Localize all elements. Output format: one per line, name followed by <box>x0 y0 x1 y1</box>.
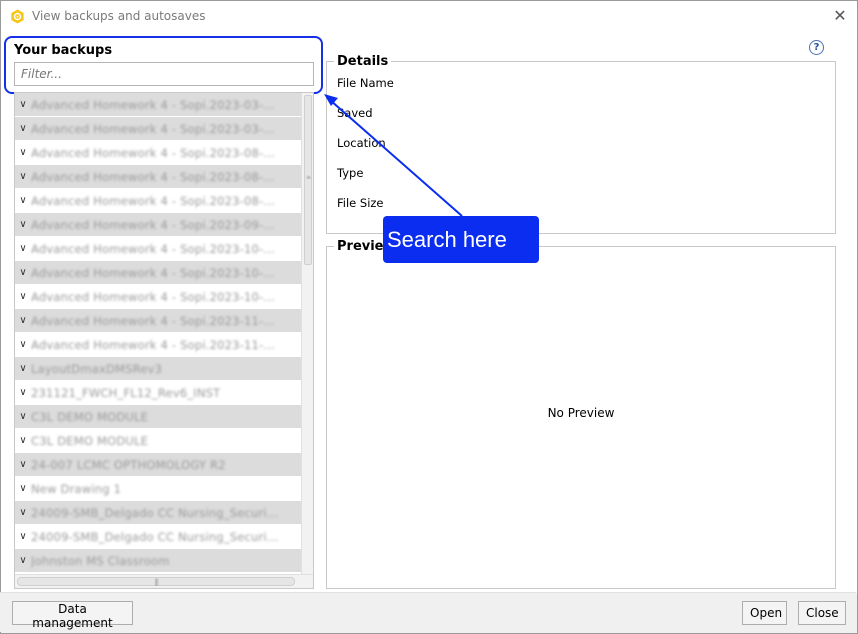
chevron-down-icon[interactable]: ∨ <box>15 381 31 405</box>
list-item[interactable]: ∨ Advanced Homework 4 - Sopi.2023-08-... <box>15 189 302 213</box>
list-item[interactable]: ∨ 231121_FWCH_FL12_Rev6_INST <box>15 381 302 405</box>
list-item[interactable]: ∨ Advanced Homework 4 - Sopi.2023-10-... <box>15 285 302 309</box>
list-item[interactable]: ∨ Advanced Homework 4 - Sopi.2023-03-... <box>15 117 302 141</box>
help-icon[interactable]: ? <box>809 40 824 55</box>
title-bar: View backups and autosaves ✕ <box>1 1 857 32</box>
horizontal-scroll-thumb[interactable]: ||| <box>17 577 295 586</box>
no-preview-text: No Preview <box>547 406 615 420</box>
chevron-down-icon[interactable]: ∨ <box>15 117 31 141</box>
chevron-down-icon[interactable]: ∨ <box>15 165 31 189</box>
backups-title: Your backups <box>14 43 113 58</box>
chevron-down-icon[interactable]: ∨ <box>15 477 31 501</box>
close-button[interactable]: Close <box>798 601 846 625</box>
list-item-label: C3L DEMO MODULE <box>31 409 149 424</box>
list-item[interactable]: ∨ Advanced Homework 4 - Sopi.2023-10-... <box>15 237 302 261</box>
grip-icon: ≡ <box>306 174 312 181</box>
list-item[interactable]: ∨ 24009-SMB_Delgado CC Nursing_Securi... <box>15 525 302 549</box>
open-button[interactable]: Open <box>742 601 787 625</box>
chevron-down-icon[interactable]: ∨ <box>15 501 31 525</box>
chevron-down-icon[interactable]: ∨ <box>15 525 31 549</box>
chevron-down-icon[interactable]: ∨ <box>15 237 31 261</box>
chevron-down-icon[interactable]: ∨ <box>15 141 31 165</box>
list-item[interactable]: ∨ Advanced Homework 4 - Sopi.2023-09-... <box>15 213 302 237</box>
list-item-label: Advanced Homework 4 - Sopi.2023-10-... <box>31 265 275 280</box>
chevron-down-icon[interactable]: ∨ <box>15 549 31 573</box>
list-item[interactable]: ∨ 24-007 LCMC OPTHOMOLOGY R2 <box>15 453 302 477</box>
list-item[interactable]: ∨ C3L DEMO MODULE <box>15 429 302 453</box>
chevron-down-icon[interactable]: ∨ <box>15 405 31 429</box>
search-here-callout: Search here <box>383 216 539 263</box>
list-item-label: Advanced Homework 4 - Sopi.2023-08-... <box>31 193 275 208</box>
list-item[interactable]: ∨ Advanced Homework 4 - Sopi.2023-08-... <box>15 165 302 189</box>
list-item[interactable]: ∨ Advanced Homework 4 - Sopi.2023-03-... <box>15 93 302 117</box>
chevron-down-icon[interactable]: ∨ <box>15 93 31 117</box>
close-icon[interactable]: ✕ <box>831 7 849 25</box>
list-item[interactable]: ∨ C3L DEMO MODULE <box>15 405 302 429</box>
detail-label-location: Location <box>337 136 386 150</box>
list-item-label: Advanced Homework 4 - Sopi.2023-08-... <box>31 169 275 184</box>
detail-label-file-name: File Name <box>337 76 394 90</box>
list-item[interactable]: ∨ LayoutDmaxDMSRev3 <box>15 357 302 381</box>
list-item-label: Advanced Homework 4 - Sopi.2023-10-... <box>31 289 275 304</box>
list-item-label: New Drawing 1 <box>31 481 122 496</box>
window-title: View backups and autosaves <box>32 9 206 23</box>
list-item-label: 24-007 LCMC OPTHOMOLOGY R2 <box>31 457 226 472</box>
chevron-down-icon[interactable]: ∨ <box>15 213 31 237</box>
detail-label-saved: Saved <box>337 106 373 120</box>
list-item-label: Advanced Homework 4 - Sopi.2023-11-... <box>31 337 275 352</box>
list-item[interactable]: ∨ Advanced Homework 4 - Sopi.2023-11-... <box>15 333 302 357</box>
hexagon-gear-icon <box>11 9 24 24</box>
backups-list-rows: ∨ Advanced Homework 4 - Sopi.2023-03-... ∨… <box>15 93 302 573</box>
list-item-label: C3L DEMO MODULE <box>31 433 149 448</box>
list-item-label: 231121_FWCH_FL12_Rev6_INST <box>31 385 221 400</box>
list-item-label: 24009-SMB_Delgado CC Nursing_Securi... <box>31 529 279 544</box>
backups-list[interactable]: ∨ Advanced Homework 4 - Sopi.2023-03-... ∨… <box>14 92 314 589</box>
list-item-label: Advanced Homework 4 - Sopi.2023-09-... <box>31 217 275 232</box>
chevron-down-icon[interactable]: ∨ <box>15 285 31 309</box>
list-item[interactable]: ∨ Advanced Homework 4 - Sopi.2023-08-... <box>15 141 302 165</box>
list-item-label: Johnston MS Classroom <box>31 553 170 568</box>
chevron-down-icon[interactable]: ∨ <box>15 429 31 453</box>
details-group <box>326 61 836 234</box>
list-item-label: Advanced Homework 4 - Sopi.2023-03-... <box>31 97 275 112</box>
detail-label-type: Type <box>337 166 364 180</box>
vertical-scroll-thumb[interactable]: ≡ <box>304 95 312 265</box>
list-item-label: Advanced Homework 4 - Sopi.2023-11-... <box>31 313 275 328</box>
list-item[interactable]: ∨ New Drawing 1 <box>15 477 302 501</box>
details-legend: Details <box>334 54 392 69</box>
chevron-down-icon[interactable]: ∨ <box>15 453 31 477</box>
detail-label-file-size: File Size <box>337 196 384 210</box>
vertical-scrollbar[interactable]: ≡ <box>301 93 313 575</box>
list-item[interactable]: ∨ Advanced Homework 4 - Sopi.2023-11-... <box>15 309 302 333</box>
list-item[interactable]: ∨ Advanced Homework 4 - Sopi.2023-10-... <box>15 261 302 285</box>
chevron-down-icon[interactable]: ∨ <box>15 309 31 333</box>
list-item-label: Advanced Homework 4 - Sopi.2023-08-... <box>31 145 275 160</box>
filter-input[interactable] <box>14 62 314 86</box>
data-management-button[interactable]: Data management <box>12 601 133 630</box>
list-item-label: 24009-SMB_Delgado CC Nursing_Securi... <box>31 505 279 520</box>
chevron-down-icon[interactable]: ∨ <box>15 333 31 357</box>
list-item[interactable]: ∨ Johnston MS Classroom <box>15 549 302 573</box>
list-item[interactable]: ∨ 24009-SMB_Delgado CC Nursing_Securi... <box>15 501 302 525</box>
list-item-label: Advanced Homework 4 - Sopi.2023-03-... <box>31 121 275 136</box>
horizontal-scrollbar[interactable]: ||| <box>15 574 313 588</box>
chevron-down-icon[interactable]: ∨ <box>15 357 31 381</box>
chevron-down-icon[interactable]: ∨ <box>15 261 31 285</box>
list-item-label: LayoutDmaxDMSRev3 <box>31 361 163 376</box>
list-item-label: Advanced Homework 4 - Sopi.2023-10-... <box>31 241 275 256</box>
grip-icon: ||| <box>154 578 159 586</box>
chevron-down-icon[interactable]: ∨ <box>15 189 31 213</box>
